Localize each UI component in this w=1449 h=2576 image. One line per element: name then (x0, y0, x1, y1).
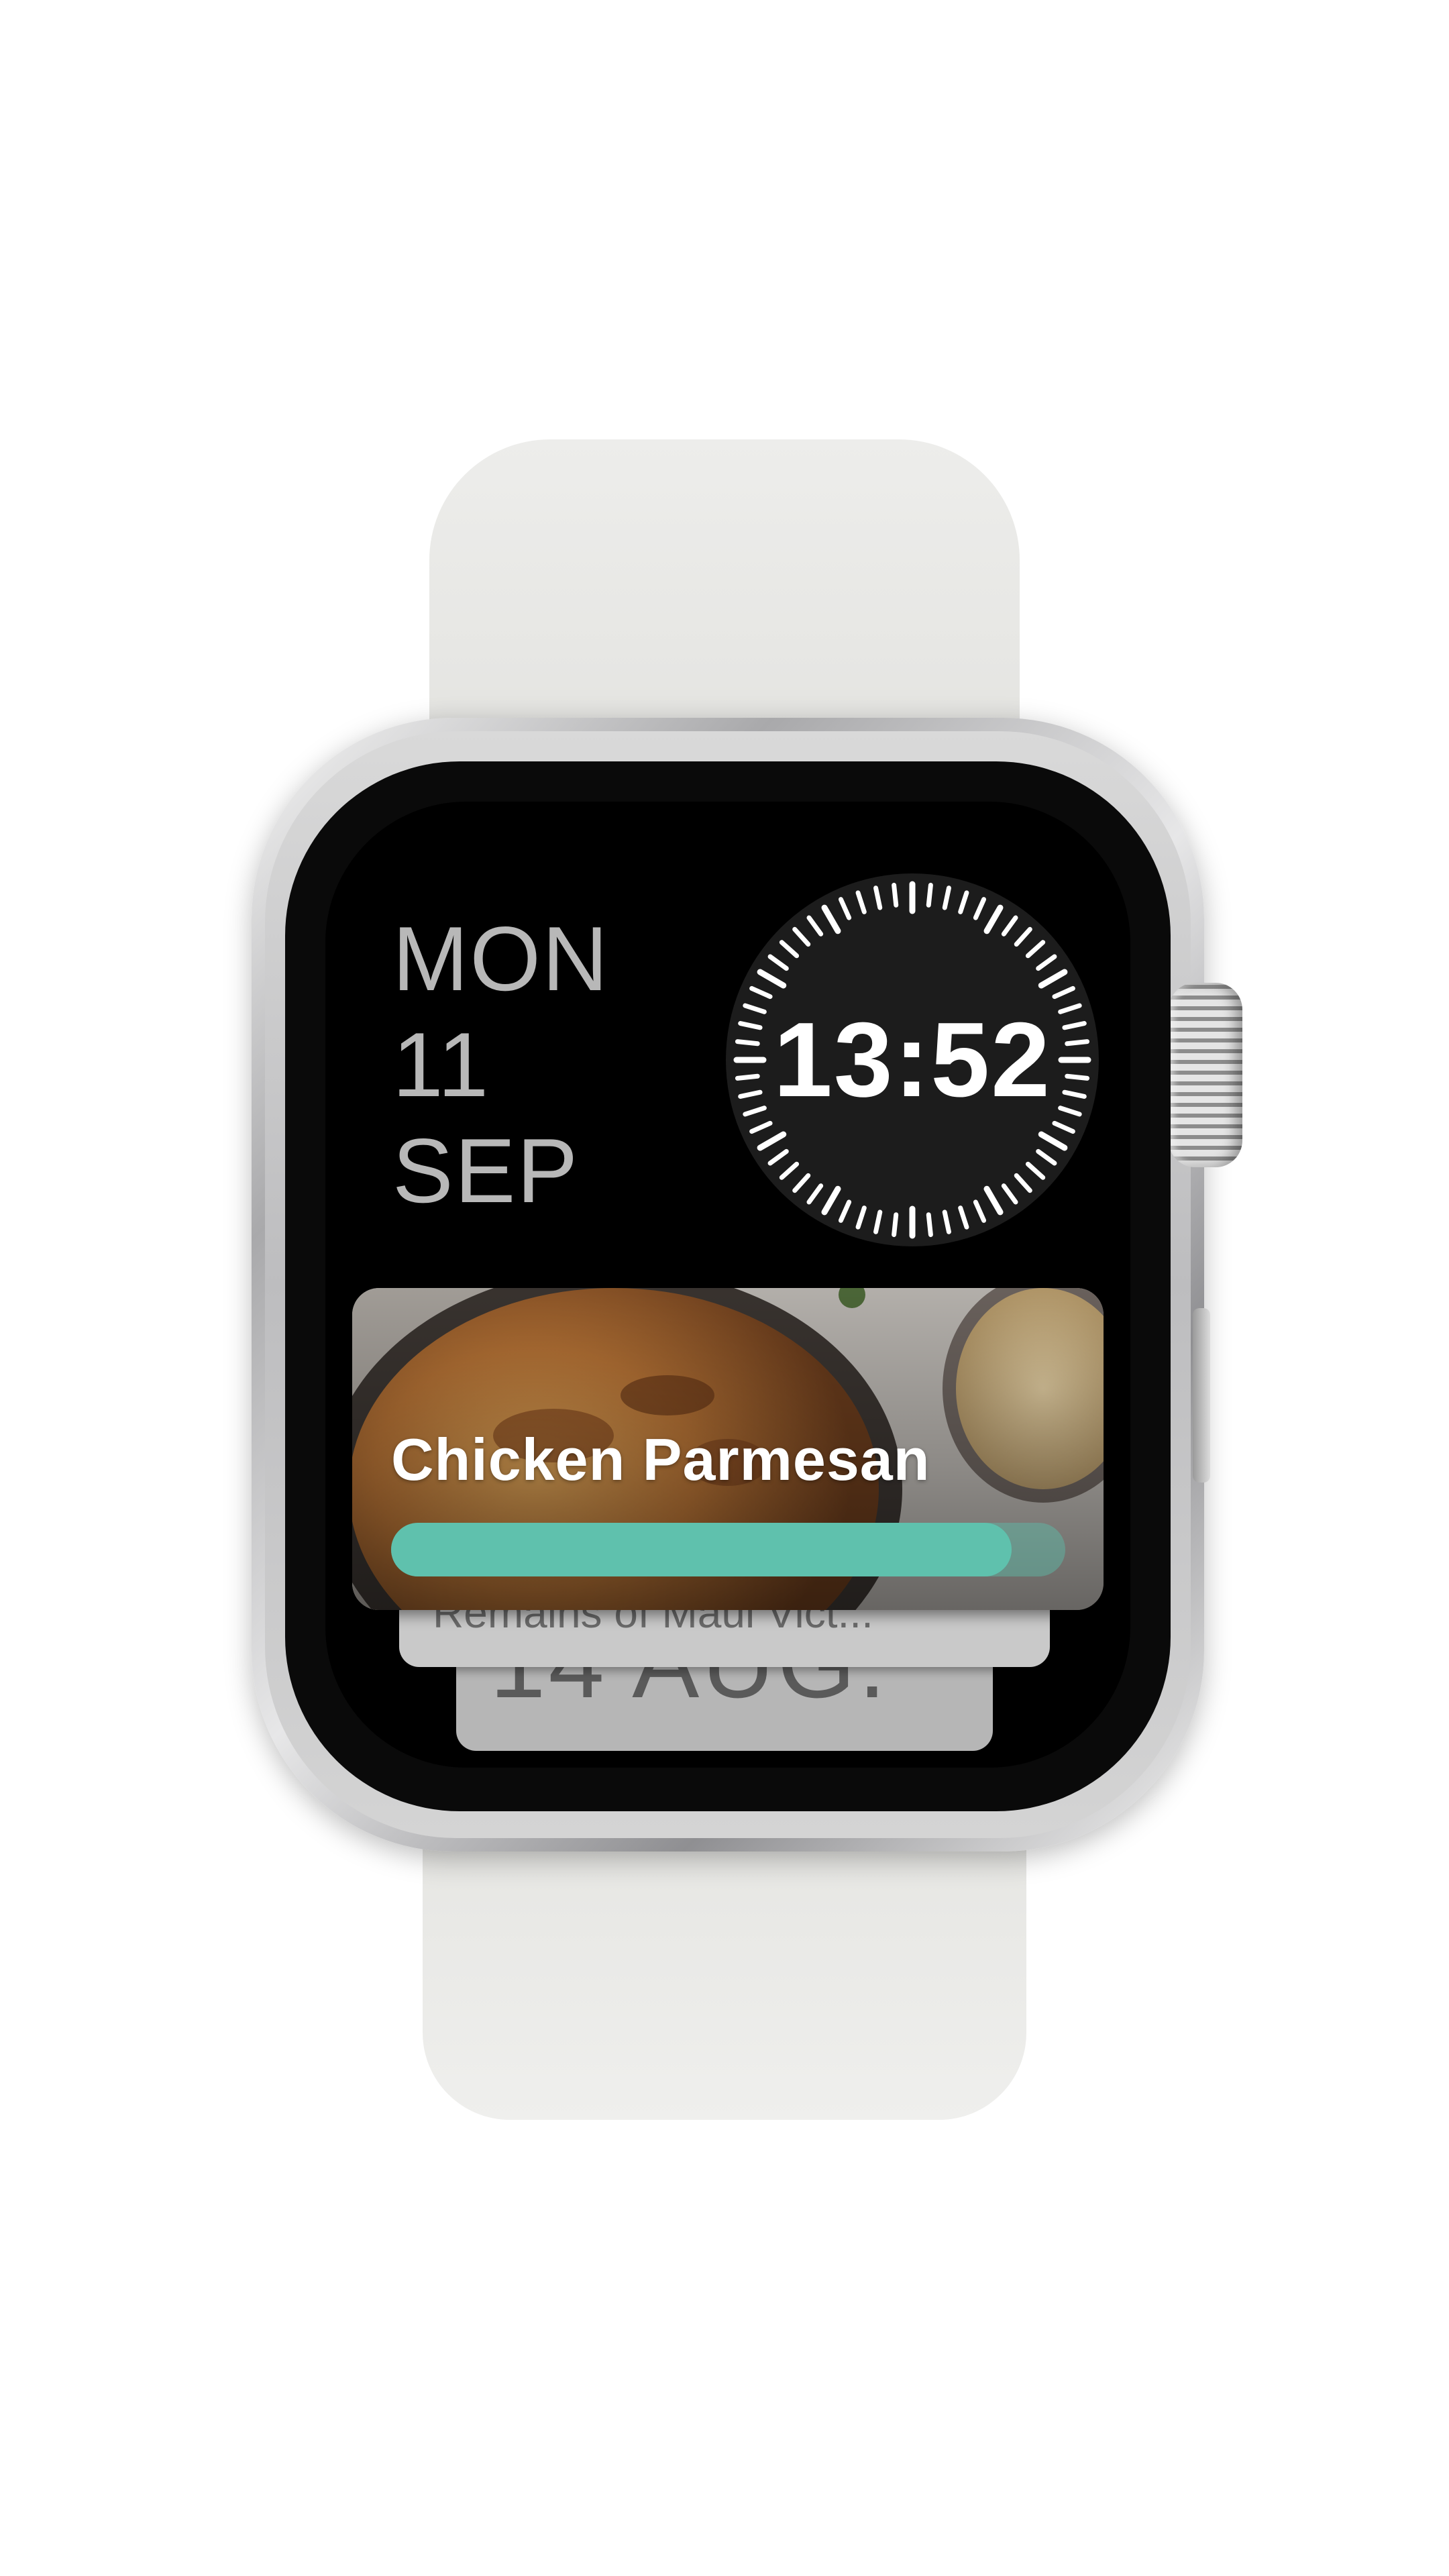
recipe-progress-bar (391, 1523, 1065, 1576)
dial-tick (926, 882, 933, 908)
dial-tick (892, 882, 899, 908)
day-label: 11 (392, 1014, 490, 1116)
recipe-title: Chicken Parmesan (391, 1426, 930, 1493)
weekday-label: MON (392, 908, 610, 1010)
date-complication[interactable]: MON 11 SEP (392, 906, 609, 1224)
recipe-widget-card[interactable]: Chicken Parmesan (352, 1288, 1104, 1610)
side-button[interactable] (1193, 1308, 1210, 1483)
watch-screen: MON 11 SEP 13:52 14 AUG. Remains of Maui… (325, 802, 1130, 1768)
digital-crown[interactable] (1169, 983, 1242, 1167)
recipe-progress-fill (391, 1523, 1012, 1576)
dial-tick (892, 1212, 899, 1238)
month-label: SEP (392, 1120, 580, 1222)
clock-time: 13:52 (773, 1001, 1052, 1119)
clock-complication[interactable]: 13:52 (724, 872, 1100, 1248)
dial-tick (926, 1212, 933, 1238)
